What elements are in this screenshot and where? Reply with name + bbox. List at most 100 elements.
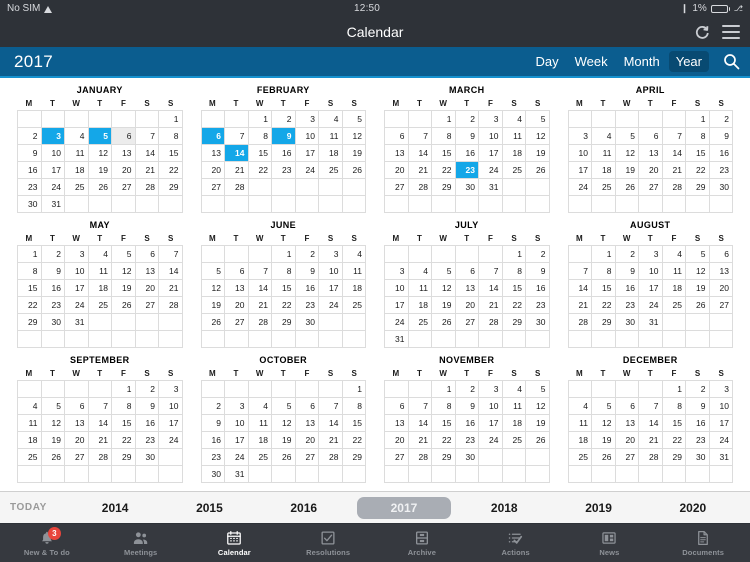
tab-resolutions[interactable]: Resolutions (281, 530, 375, 557)
day-cell[interactable]: 30 (615, 314, 639, 331)
day-cell[interactable]: 25 (342, 297, 366, 314)
day-cell[interactable]: 1 (432, 111, 456, 128)
day-cell[interactable]: 10 (295, 128, 319, 145)
day-cell[interactable]: 13 (639, 145, 663, 162)
day-cell[interactable]: 15 (432, 415, 456, 432)
day-cell[interactable]: 18 (18, 432, 42, 449)
day-cell[interactable]: 12 (342, 128, 366, 145)
day-cell[interactable]: 21 (135, 162, 159, 179)
month-october[interactable]: OCTOBER M T W T F S S 1 2 3 4 5 6 7 8 9 10 11 12 13 14 15 16 17 1… (192, 354, 376, 489)
day-cell[interactable]: 16 (615, 280, 639, 297)
day-cell[interactable]: 25 (568, 449, 592, 466)
day-cell[interactable]: 16 (41, 280, 65, 297)
day-cell[interactable]: 1 (592, 246, 616, 263)
day-cell[interactable]: 23 (201, 449, 225, 466)
day-cell[interactable]: 12 (41, 415, 65, 432)
day-cell[interactable]: 6 (385, 128, 409, 145)
day-cell[interactable]: 20 (135, 280, 159, 297)
day-cell[interactable]: 20 (295, 432, 319, 449)
day-cell[interactable]: 1 (248, 111, 272, 128)
day-cell[interactable]: 1 (432, 381, 456, 398)
day-cell[interactable]: 1 (159, 111, 183, 128)
day-cell[interactable]: 24 (639, 297, 663, 314)
day-cell[interactable]: 17 (479, 415, 503, 432)
day-cell[interactable]: 2 (526, 246, 550, 263)
day-cell[interactable]: 31 (385, 331, 409, 348)
day-cell[interactable]: 15 (592, 280, 616, 297)
day-cell[interactable]: 16 (295, 280, 319, 297)
day-cell[interactable]: 24 (479, 162, 503, 179)
day-cell[interactable]: 7 (408, 128, 432, 145)
day-cell[interactable]: 25 (662, 297, 686, 314)
day-cell[interactable]: 24 (479, 432, 503, 449)
day-cell[interactable]: 11 (342, 263, 366, 280)
day-cell[interactable]: 22 (592, 297, 616, 314)
day-cell[interactable]: 14 (568, 280, 592, 297)
day-cell[interactable]: 13 (385, 415, 409, 432)
day-cell[interactable]: 17 (159, 415, 183, 432)
day-cell[interactable]: 11 (88, 263, 112, 280)
day-cell[interactable]: 1 (686, 111, 710, 128)
day-cell[interactable]: 7 (248, 263, 272, 280)
day-cell[interactable]: 22 (502, 297, 526, 314)
day-cell[interactable]: 20 (639, 162, 663, 179)
day-cell[interactable]: 24 (319, 297, 343, 314)
day-cell[interactable]: 29 (662, 449, 686, 466)
day-cell[interactable]: 9 (709, 128, 733, 145)
day-cell[interactable]: 13 (455, 280, 479, 297)
day-cell[interactable]: 30 (709, 179, 733, 196)
day-cell[interactable]: 6 (639, 128, 663, 145)
day-cell[interactable]: 25 (592, 179, 616, 196)
day-cell[interactable]: 7 (568, 263, 592, 280)
day-cell[interactable]: 14 (408, 145, 432, 162)
day-cell[interactable]: 17 (568, 162, 592, 179)
day-cell[interactable]: 2 (135, 381, 159, 398)
month-february[interactable]: FEBRUARY M T W T F S S 1 2 3 4 5 6 7 8 9 10 11 12 13 14 15 16 17… (192, 84, 376, 219)
day-cell[interactable]: 5 (88, 128, 112, 145)
day-cell[interactable]: 10 (568, 145, 592, 162)
day-cell[interactable]: 8 (432, 128, 456, 145)
day-cell[interactable]: 16 (272, 145, 296, 162)
day-cell[interactable]: 29 (432, 449, 456, 466)
day-cell[interactable]: 5 (432, 263, 456, 280)
day-cell[interactable]: 22 (272, 297, 296, 314)
day-cell[interactable]: 29 (592, 314, 616, 331)
day-cell[interactable]: 9 (615, 263, 639, 280)
day-cell[interactable]: 16 (455, 415, 479, 432)
year-item-2016[interactable]: 2016 (257, 497, 351, 519)
day-cell[interactable]: 23 (272, 162, 296, 179)
day-cell[interactable]: 26 (201, 314, 225, 331)
year-item-2019[interactable]: 2019 (551, 497, 645, 519)
day-cell[interactable]: 27 (385, 179, 409, 196)
day-cell[interactable]: 20 (709, 280, 733, 297)
day-cell[interactable]: 18 (502, 145, 526, 162)
day-cell[interactable]: 7 (662, 128, 686, 145)
day-cell[interactable]: 15 (662, 415, 686, 432)
day-cell[interactable]: 3 (319, 246, 343, 263)
day-cell[interactable]: 24 (295, 162, 319, 179)
day-cell[interactable]: 5 (686, 246, 710, 263)
day-cell[interactable]: 9 (41, 263, 65, 280)
day-cell[interactable]: 23 (615, 297, 639, 314)
day-cell[interactable]: 10 (479, 128, 503, 145)
day-cell[interactable]: 10 (639, 263, 663, 280)
day-cell[interactable]: 8 (502, 263, 526, 280)
day-cell[interactable]: 12 (432, 280, 456, 297)
day-cell[interactable]: 20 (112, 162, 136, 179)
day-cell[interactable]: 13 (295, 415, 319, 432)
day-cell[interactable]: 4 (65, 128, 89, 145)
day-cell[interactable]: 18 (65, 162, 89, 179)
day-cell[interactable]: 25 (248, 449, 272, 466)
day-cell[interactable]: 17 (41, 162, 65, 179)
day-cell[interactable]: 19 (592, 432, 616, 449)
day-cell[interactable]: 2 (295, 246, 319, 263)
day-cell[interactable]: 2 (709, 111, 733, 128)
day-cell[interactable]: 22 (432, 432, 456, 449)
day-cell[interactable]: 18 (592, 162, 616, 179)
day-cell[interactable]: 18 (342, 280, 366, 297)
view-mode-day[interactable]: Day (528, 51, 565, 72)
day-cell[interactable]: 28 (568, 314, 592, 331)
day-cell[interactable]: 28 (662, 179, 686, 196)
day-cell[interactable]: 4 (592, 128, 616, 145)
day-cell[interactable]: 28 (248, 314, 272, 331)
